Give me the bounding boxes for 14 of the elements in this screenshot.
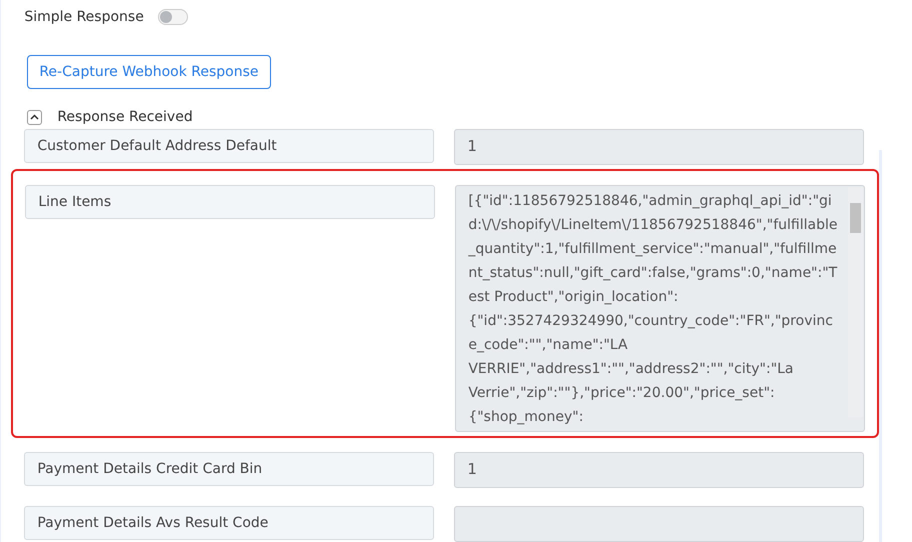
field-label: Customer Default Address Default (24, 129, 434, 163)
value-textarea[interactable]: [{"id":11856792518846,"admin_graphql_api_id":"gid:\/\/shopify\/LineItem\/11856792518846","fulfillable_quantity":1,"fulfillment_service":"manual","fulfillment_status":null,"gift_card":false,"grams":0,"name":"Test Product","origin_location":{"id":3527429324990,"country_code":"FR","province_code":"","name":"LA VERRIE","address1":"","address2":"","city":"La Verrie","zip":""},"price":"20.00","price_set":{"shop_money": (455, 185, 866, 432)
field-label: Payment Details Credit Card Bin (24, 452, 434, 486)
recapture-button[interactable]: Re-Capture Webhook Response (27, 55, 271, 89)
field-label: Payment Details Avs Result Code (24, 506, 434, 540)
field-label: Line Items (25, 185, 436, 219)
collapse-button[interactable] (27, 110, 42, 124)
value-field[interactable]: 1 (454, 452, 864, 488)
toggle-switch[interactable] (158, 8, 188, 24)
toggle-label: Simple Response (24, 8, 144, 24)
section-title: Response Received (57, 109, 193, 125)
value-field[interactable]: 1 (454, 129, 864, 165)
chevron-icon (30, 114, 40, 120)
value-field[interactable] (454, 506, 864, 542)
